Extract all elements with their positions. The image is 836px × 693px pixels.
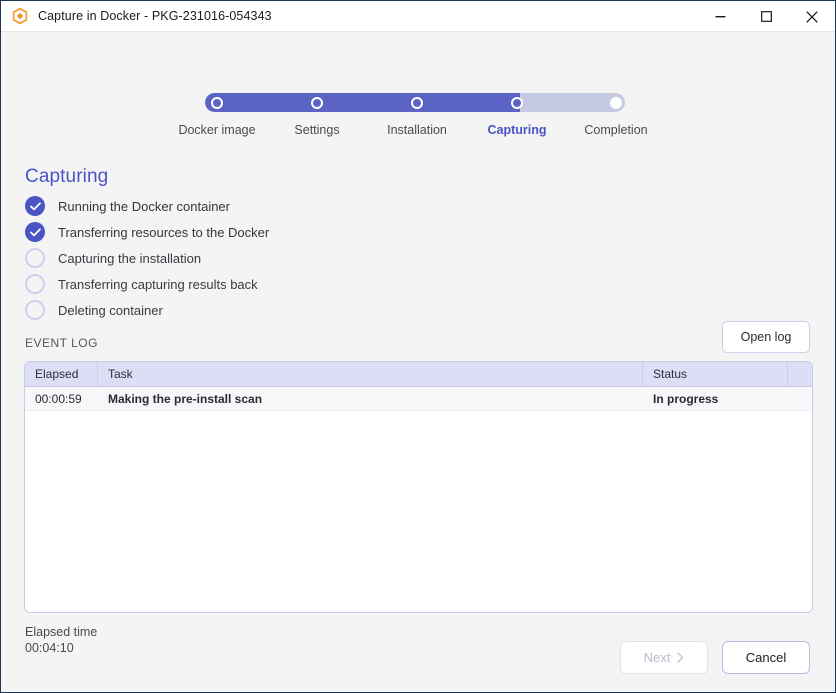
cancel-button[interactable]: Cancel [722,641,810,674]
task-item-label: Transferring resources to the Docker [58,224,270,240]
wizard-stepper: Docker image Settings Installation Captu… [178,93,648,137]
cell-spacer [788,387,812,410]
task-item-deleting-container: Deleting container [25,297,445,323]
content-area: Docker image Settings Installation Captu… [1,32,835,692]
window-title: Capture in Docker - PKG-231016-054343 [38,9,272,23]
task-item-label: Deleting container [58,302,163,318]
step-label-docker-image[interactable]: Docker image [178,123,255,137]
empty-circle-icon [25,274,45,294]
column-header-task[interactable]: Task [98,362,643,386]
step-node-settings[interactable] [311,96,323,109]
check-circle-icon [25,196,45,216]
close-icon[interactable] [789,1,835,32]
column-header-spacer [788,362,812,386]
step-node-capturing[interactable] [511,96,523,109]
task-item-transferring-resources: Transferring resources to the Docker [25,219,445,245]
task-item-capturing-installation: Capturing the installation [25,245,445,271]
column-header-status[interactable]: Status [643,362,788,386]
next-button-label: Next [643,650,671,665]
footer-actions: Next Cancel [620,641,810,674]
step-label-capturing[interactable]: Capturing [487,123,546,137]
task-checklist: Running the Docker container Transferrin… [25,193,445,323]
step-node-docker-image[interactable] [211,96,223,109]
chevron-right-icon [677,652,684,663]
window-controls [697,1,835,32]
task-item-transferring-results-back: Transferring capturing results back [25,271,445,297]
stepper-progress-fill [205,93,520,112]
title-bar[interactable]: Capture in Docker - PKG-231016-054343 [1,1,835,32]
docker-capture-icon [12,8,28,24]
cell-task: Making the pre-install scan [108,391,263,406]
column-header-elapsed[interactable]: Elapsed [25,362,98,386]
task-item-running-docker-container: Running the Docker container [25,193,445,219]
open-log-button[interactable]: Open log [722,321,810,353]
page-title: Capturing [25,166,109,187]
minimize-icon[interactable] [697,1,743,32]
elapsed-time-label: Elapsed time [25,625,98,639]
empty-circle-icon [25,248,45,268]
cell-elapsed: 00:00:59 [35,391,82,406]
step-node-completion[interactable] [610,96,622,109]
step-node-installation[interactable] [411,96,423,109]
step-label-completion[interactable]: Completion [584,123,647,137]
task-item-label: Running the Docker container [58,198,230,214]
table-header-row: Elapsed Task Status [25,362,812,387]
task-item-label: Capturing the installation [58,250,202,266]
elapsed-time-block: Elapsed time 00:04:10 [25,624,97,657]
table-body: 00:00:59 Making the pre-install scan In … [25,387,812,411]
cell-status: In progress [653,391,719,406]
check-circle-icon [25,222,45,242]
step-label-settings[interactable]: Settings [294,123,339,137]
next-button[interactable]: Next [620,641,708,674]
task-item-label: Transferring capturing results back [58,276,258,292]
maximize-icon[interactable] [743,1,789,32]
event-log-label: EVENT LOG [25,336,98,350]
step-label-installation[interactable]: Installation [387,123,447,137]
empty-circle-icon [25,300,45,320]
event-log-table: Elapsed Task Status 00:00:59 Making the … [24,361,813,613]
elapsed-time-value: 00:04:10 [25,641,74,655]
application-window: Capture in Docker - PKG-231016-054343 Do… [0,0,836,693]
table-row[interactable]: 00:00:59 Making the pre-install scan In … [25,387,812,411]
